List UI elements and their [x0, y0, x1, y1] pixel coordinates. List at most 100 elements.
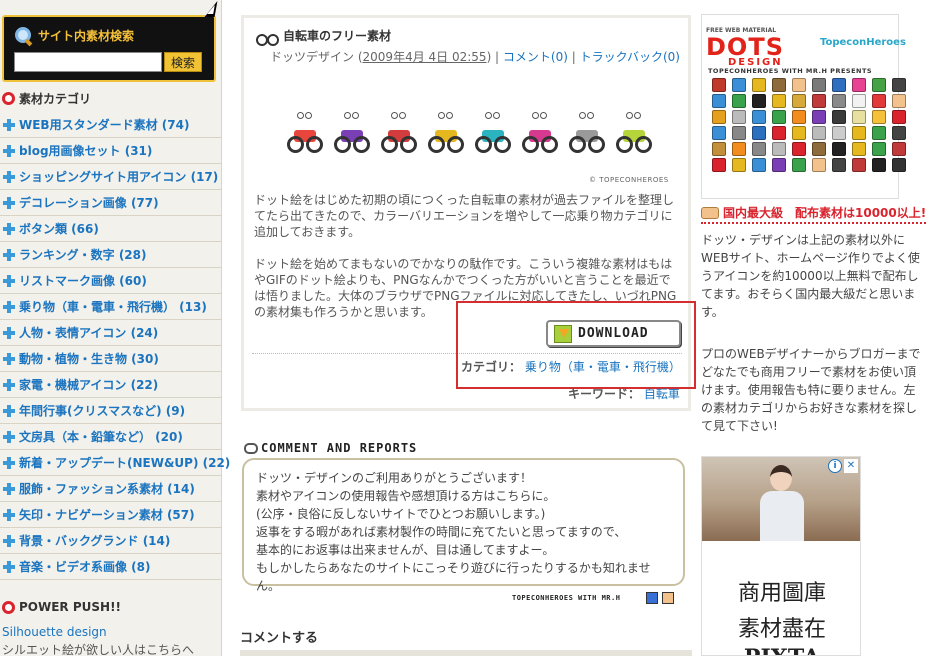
- advertisement[interactable]: i ✕ 商用圖庫 素材盡在 PIXTA: [701, 456, 861, 656]
- sidebar-category-label: 人物・表情アイコン (24): [19, 326, 159, 340]
- keyword-link[interactable]: 自転車: [644, 387, 680, 401]
- sidebar-category-item[interactable]: 動物・植物・生き物 (30): [0, 346, 222, 372]
- sidebar-category-label: ランキング・数字 (28): [19, 248, 147, 262]
- sample-icon: [792, 158, 806, 172]
- download-button[interactable]: DOWNLOAD: [546, 320, 681, 347]
- silhouette-design-link[interactable]: Silhouette design: [2, 625, 107, 639]
- sidebar-category-item[interactable]: 音楽・ビデオ系画像 (8): [0, 554, 222, 580]
- comments-link[interactable]: コメント(0): [503, 50, 568, 64]
- bicycle-image: [474, 108, 512, 170]
- sample-icon: [792, 78, 806, 92]
- sidebar-category-item[interactable]: デコレーション画像 (77): [0, 190, 222, 216]
- sidebar-category-item[interactable]: 乗り物（車・電車・飛行機） (13): [0, 294, 222, 320]
- sidebar-category-item[interactable]: 新着・アップデート(NEW&UP) (22): [0, 450, 230, 476]
- dots-design-banner[interactable]: FREE WEB MATERIAL DOTS DESIGN TopeconHer…: [701, 14, 906, 199]
- sample-icon: [832, 94, 846, 108]
- sample-icon: [772, 78, 786, 92]
- plus-icon: [3, 378, 15, 391]
- sidebar-category-item[interactable]: リストマーク画像 (60): [0, 268, 222, 294]
- power-push-heading: POWER PUSH!!: [2, 600, 121, 614]
- right-description-2: プロのWEBデザイナーからブロガーまでどなたでも商用フリーで素材をお使い頂けます…: [701, 347, 921, 433]
- left-sidebar: サイト内素材検索 検索 素材カテゴリ WEB用スタンダード素材 (74) blog…: [0, 0, 230, 656]
- sidebar-category-item[interactable]: 矢印・ナビゲーション素材 (57): [0, 502, 222, 528]
- sidebar-category-label: 音楽・ビデオ系画像 (8): [19, 560, 151, 574]
- sample-icon: [832, 110, 846, 124]
- sample-icon: [752, 142, 766, 156]
- sidebar-category-item[interactable]: 文房具（本・鉛筆など） (20): [0, 424, 222, 450]
- red-circle-icon: [2, 92, 15, 105]
- promo-divider: [701, 222, 926, 224]
- topecon-heroes-logo: TopeconHeroes: [820, 37, 906, 48]
- sample-icon: [792, 142, 806, 156]
- plus-icon: [3, 560, 15, 573]
- magnifier-icon: [14, 26, 32, 44]
- comment-notice-line: ドッツ・デザインのご利用ありがとうございます！: [256, 471, 533, 485]
- right-description-1: ドッツ・デザインは上記の素材以外にWEBサイト、ホームページ作りでよく使うアイコ…: [701, 233, 920, 319]
- post-meta: ドッツデザイン (2009年4月 4日 02:55) | コメント(0) | ト…: [270, 50, 680, 64]
- category-link[interactable]: 乗り物（車・電車・飛行機）: [525, 360, 681, 374]
- sidebar-category-item[interactable]: ランキング・数字 (28): [0, 242, 222, 268]
- trackback-link[interactable]: トラックバック(0): [580, 50, 680, 64]
- comment-notice-line: ん。: [256, 579, 281, 593]
- keyword-label: キーワード：: [568, 387, 641, 401]
- sidebar-category-item[interactable]: 服飾・ファッション系素材 (14): [0, 476, 222, 502]
- plus-icon: [3, 456, 15, 469]
- comment-heading-text: COMMENT AND REPORTS: [261, 441, 418, 455]
- speech-bubble-icon: [244, 442, 258, 454]
- sidebar-category-label: ショッピングサイト用アイコン (17): [19, 170, 219, 184]
- plus-icon: [3, 248, 15, 261]
- search-button[interactable]: 検索: [164, 52, 202, 72]
- post-category: カテゴリ： 乗り物（車・電車・飛行機）: [461, 358, 681, 375]
- sample-icon: [852, 158, 866, 172]
- sidebar-category-item[interactable]: 家電・機械アイコン (22): [0, 372, 222, 398]
- mouse-cursor-icon: [206, 1, 216, 17]
- sample-icon: [872, 142, 886, 156]
- sample-icon: [772, 94, 786, 108]
- sample-icon: [812, 142, 826, 156]
- download-highlight-box: DOWNLOAD カテゴリ： 乗り物（車・電車・飛行機）: [456, 301, 696, 389]
- plus-icon: [3, 170, 15, 183]
- sidebar-category-label: 乗り物（車・電車・飛行機） (13): [19, 300, 207, 314]
- sample-icon: [812, 110, 826, 124]
- sample-icon: [752, 110, 766, 124]
- sidebar-category-item[interactable]: ショッピングサイト用アイコン (17): [0, 164, 222, 190]
- sidebar-category-label: リストマーク画像 (60): [19, 274, 147, 288]
- sidebar-category-item[interactable]: 年間行事(クリスマスなど) (9): [0, 398, 222, 424]
- sample-icon: [832, 142, 846, 156]
- download-label: DOWNLOAD: [578, 326, 649, 341]
- sidebar-category-item[interactable]: blog用画像セット (31): [0, 138, 222, 164]
- sample-icon: [892, 78, 906, 92]
- sample-icon: [892, 126, 906, 140]
- ad-info-icon[interactable]: i: [828, 459, 842, 473]
- sidebar-category-item[interactable]: ボタン類 (66): [0, 216, 222, 242]
- sidebar-category-item[interactable]: 人物・表情アイコン (24): [0, 320, 222, 346]
- post-date: 2009年4月 4日 02:55: [362, 50, 487, 64]
- sample-icon: [772, 126, 786, 140]
- sidebar-category-label: ボタン類 (66): [19, 222, 99, 236]
- ad-close-icon[interactable]: ✕: [844, 459, 858, 473]
- sidebar-category-label: デコレーション画像 (77): [19, 196, 159, 210]
- red-circle-icon: [2, 600, 15, 614]
- sample-icon: [852, 110, 866, 124]
- sample-icon: [732, 142, 746, 156]
- plus-icon: [3, 222, 15, 235]
- sidebar-category-item[interactable]: WEB用スタンダード素材 (74): [0, 112, 222, 138]
- categories-title: 素材カテゴリ: [19, 92, 92, 106]
- search-title-text: サイト内素材検索: [38, 28, 135, 43]
- bicycle-image: [521, 108, 559, 170]
- sample-icon: [872, 94, 886, 108]
- sample-icon: [732, 126, 746, 140]
- sample-icon: [812, 126, 826, 140]
- sidebar-category-label: 新着・アップデート(NEW&UP) (22): [19, 456, 231, 470]
- ad-text-line-1: 商用圖庫: [737, 581, 826, 606]
- promo-text: 国内最大級 配布素材は10000以上!: [723, 206, 927, 220]
- sample-icon: [832, 158, 846, 172]
- sample-icon: [812, 158, 826, 172]
- sidebar-category-label: 動物・植物・生き物 (30): [19, 352, 159, 366]
- plus-icon: [3, 144, 15, 157]
- image-watermark: © TOPECONHEROES: [589, 176, 669, 184]
- sidebar-category-label: 文房具（本・鉛筆など） (20): [19, 430, 183, 444]
- sidebar-category-item[interactable]: 背景・バックグランド (14): [0, 528, 222, 554]
- search-input[interactable]: [14, 52, 162, 72]
- sample-icon: [772, 142, 786, 156]
